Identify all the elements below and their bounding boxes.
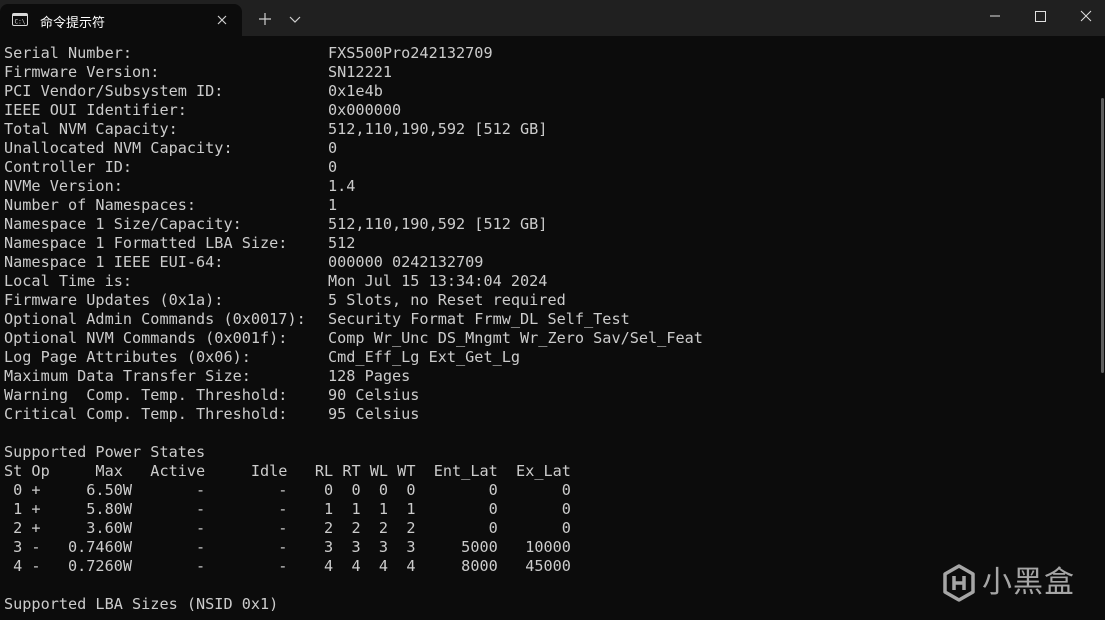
lba-sizes-heading: Supported LBA Sizes (NSID 0x1)	[4, 595, 279, 613]
info-line: Namespace 1 Formatted LBA Size: 512	[4, 234, 1094, 253]
power-states-heading: Supported Power States	[4, 443, 206, 461]
info-line: Unallocated NVM Capacity: 0	[4, 139, 1094, 158]
info-value: SN12221	[328, 63, 393, 81]
info-value: 128 Pages	[328, 367, 411, 385]
info-line: Number of Namespaces: 1	[4, 196, 1094, 215]
info-value: Cmd_Eff_Lg Ext_Get_Lg	[328, 348, 521, 366]
info-line: Controller ID: 0	[4, 158, 1094, 177]
terminal-icon: C:\	[12, 13, 28, 26]
minimize-icon[interactable]	[972, 0, 1018, 32]
info-value: 512	[328, 234, 356, 252]
info-label: Log Page Attributes (0x06):	[4, 348, 251, 366]
power-states-header-row: St Op Max Active Idle RL RT WL WT Ent_La…	[4, 462, 571, 480]
info-value: 5 Slots, no Reset required	[328, 291, 566, 309]
info-line: Serial Number: FXS500Pro242132709	[4, 44, 1094, 63]
info-value: 0	[328, 158, 338, 176]
svg-text:C:\: C:\	[15, 19, 26, 26]
info-value: 0	[328, 139, 338, 157]
info-line: Critical Comp. Temp. Threshold: 95 Celsiu…	[4, 405, 1094, 424]
info-line: Maximum Data Transfer Size: 128 Pages	[4, 367, 1094, 386]
info-value: Comp Wr_Unc DS_Mngmt Wr_Zero Sav/Sel_Fea…	[328, 329, 703, 347]
info-label: Firmware Version:	[4, 63, 160, 81]
info-value: FXS500Pro242132709	[328, 44, 493, 62]
info-label: Firmware Updates (0x1a):	[4, 291, 224, 309]
info-value: 0x000000	[328, 101, 402, 119]
watermark-text: 小黑盒	[982, 565, 1075, 600]
info-label: Optional Admin Commands (0x0017):	[4, 310, 306, 328]
info-line: Firmware Version: SN12221	[4, 63, 1094, 82]
info-value: 000000 0242132709	[328, 253, 484, 271]
info-label: Serial Number:	[4, 44, 133, 62]
xiaoheihe-watermark: 小黑盒	[942, 563, 1082, 605]
info-line: Warning Comp. Temp. Threshold: 90 Celsius	[4, 386, 1094, 405]
info-label: Number of Namespaces:	[4, 196, 197, 214]
info-value: 1	[328, 196, 338, 214]
info-value: 0x1e4b	[328, 82, 383, 100]
info-label: IEEE OUI Identifier:	[4, 101, 187, 119]
info-line: Optional Admin Commands (0x0017): Securit…	[4, 310, 1094, 329]
power-state-row: 4 - 0.7260W - - 4 4 4 4 8000 45000	[4, 557, 571, 575]
terminal-output[interactable]: Serial Number: FXS500Pro242132709 Firmware…	[4, 44, 1094, 620]
info-value: 512,110,190,592 [512 GB]	[328, 120, 548, 138]
title-bar: C:\ 命令提示符	[0, 0, 1105, 36]
info-value: 90 Celsius	[328, 386, 420, 404]
info-label: PCI Vendor/Subsystem ID:	[4, 82, 224, 100]
info-line: NVMe Version: 1.4	[4, 177, 1094, 196]
info-line: Local Time is: Mon Jul 15 13:34:04 2024	[4, 272, 1094, 291]
info-value: 512,110,190,592 [512 GB]	[328, 215, 548, 233]
info-line: Log Page Attributes (0x06): Cmd_Eff_Lg Ex…	[4, 348, 1094, 367]
info-line: Namespace 1 IEEE EUI-64: 000000 024213270…	[4, 253, 1094, 272]
power-state-row: 0 + 6.50W - - 0 0 0 0 0 0	[4, 481, 571, 499]
info-label: Optional NVM Commands (0x001f):	[4, 329, 288, 347]
new-tab-plus-icon[interactable]	[255, 9, 275, 29]
info-line: Total NVM Capacity: 512,110,190,592 [512 …	[4, 120, 1094, 139]
power-state-row: 2 + 3.60W - - 2 2 2 2 0 0	[4, 519, 571, 537]
info-label: Controller ID:	[4, 158, 133, 176]
tab-command-prompt[interactable]: C:\ 命令提示符	[0, 4, 242, 36]
info-value: 95 Celsius	[328, 405, 420, 423]
info-line: Firmware Updates (0x1a): 5 Slots, no Rese…	[4, 291, 1094, 310]
scrollbar-thumb[interactable]	[1101, 98, 1104, 373]
info-label: NVMe Version:	[4, 177, 123, 195]
info-line: Optional NVM Commands (0x001f): Comp Wr_U…	[4, 329, 1094, 348]
info-label: Maximum Data Transfer Size:	[4, 367, 251, 385]
info-line: Namespace 1 Size/Capacity: 512,110,190,59…	[4, 215, 1094, 234]
info-label: Critical Comp. Temp. Threshold:	[4, 405, 288, 423]
power-state-row: 1 + 5.80W - - 1 1 1 1 0 0	[4, 500, 571, 518]
info-line: IEEE OUI Identifier: 0x000000	[4, 101, 1094, 120]
info-label: Namespace 1 IEEE EUI-64:	[4, 253, 224, 271]
tab-close-icon[interactable]	[213, 11, 231, 29]
info-label: Unallocated NVM Capacity:	[4, 139, 233, 157]
chevron-down-icon[interactable]	[286, 11, 304, 27]
power-states-table: 0 + 6.50W - - 0 0 0 0 0 0 1 + 5.80W - - …	[4, 481, 1094, 576]
info-line: PCI Vendor/Subsystem ID: 0x1e4b	[4, 82, 1094, 101]
info-label: Namespace 1 Formatted LBA Size:	[4, 234, 288, 252]
info-value: Mon Jul 15 13:34:04 2024	[328, 272, 548, 290]
info-value: Security Format Frmw_DL Self_Test	[328, 310, 630, 328]
xiaoheihe-logo-icon	[943, 564, 975, 602]
info-value: 1.4	[328, 177, 356, 195]
info-label: Local Time is:	[4, 272, 133, 290]
info-label: Namespace 1 Size/Capacity:	[4, 215, 242, 233]
info-label: Total NVM Capacity:	[4, 120, 178, 138]
power-state-row: 3 - 0.7460W - - 3 3 3 3 5000 10000	[4, 538, 571, 556]
info-label: Warning Comp. Temp. Threshold:	[4, 386, 288, 404]
maximize-icon[interactable]	[1017, 0, 1063, 32]
window-close-icon[interactable]	[1062, 0, 1105, 32]
tab-title: 命令提示符	[40, 16, 106, 31]
device-info-block: Serial Number: FXS500Pro242132709 Firmware…	[4, 44, 1094, 424]
scrollbar[interactable]	[1100, 36, 1105, 620]
